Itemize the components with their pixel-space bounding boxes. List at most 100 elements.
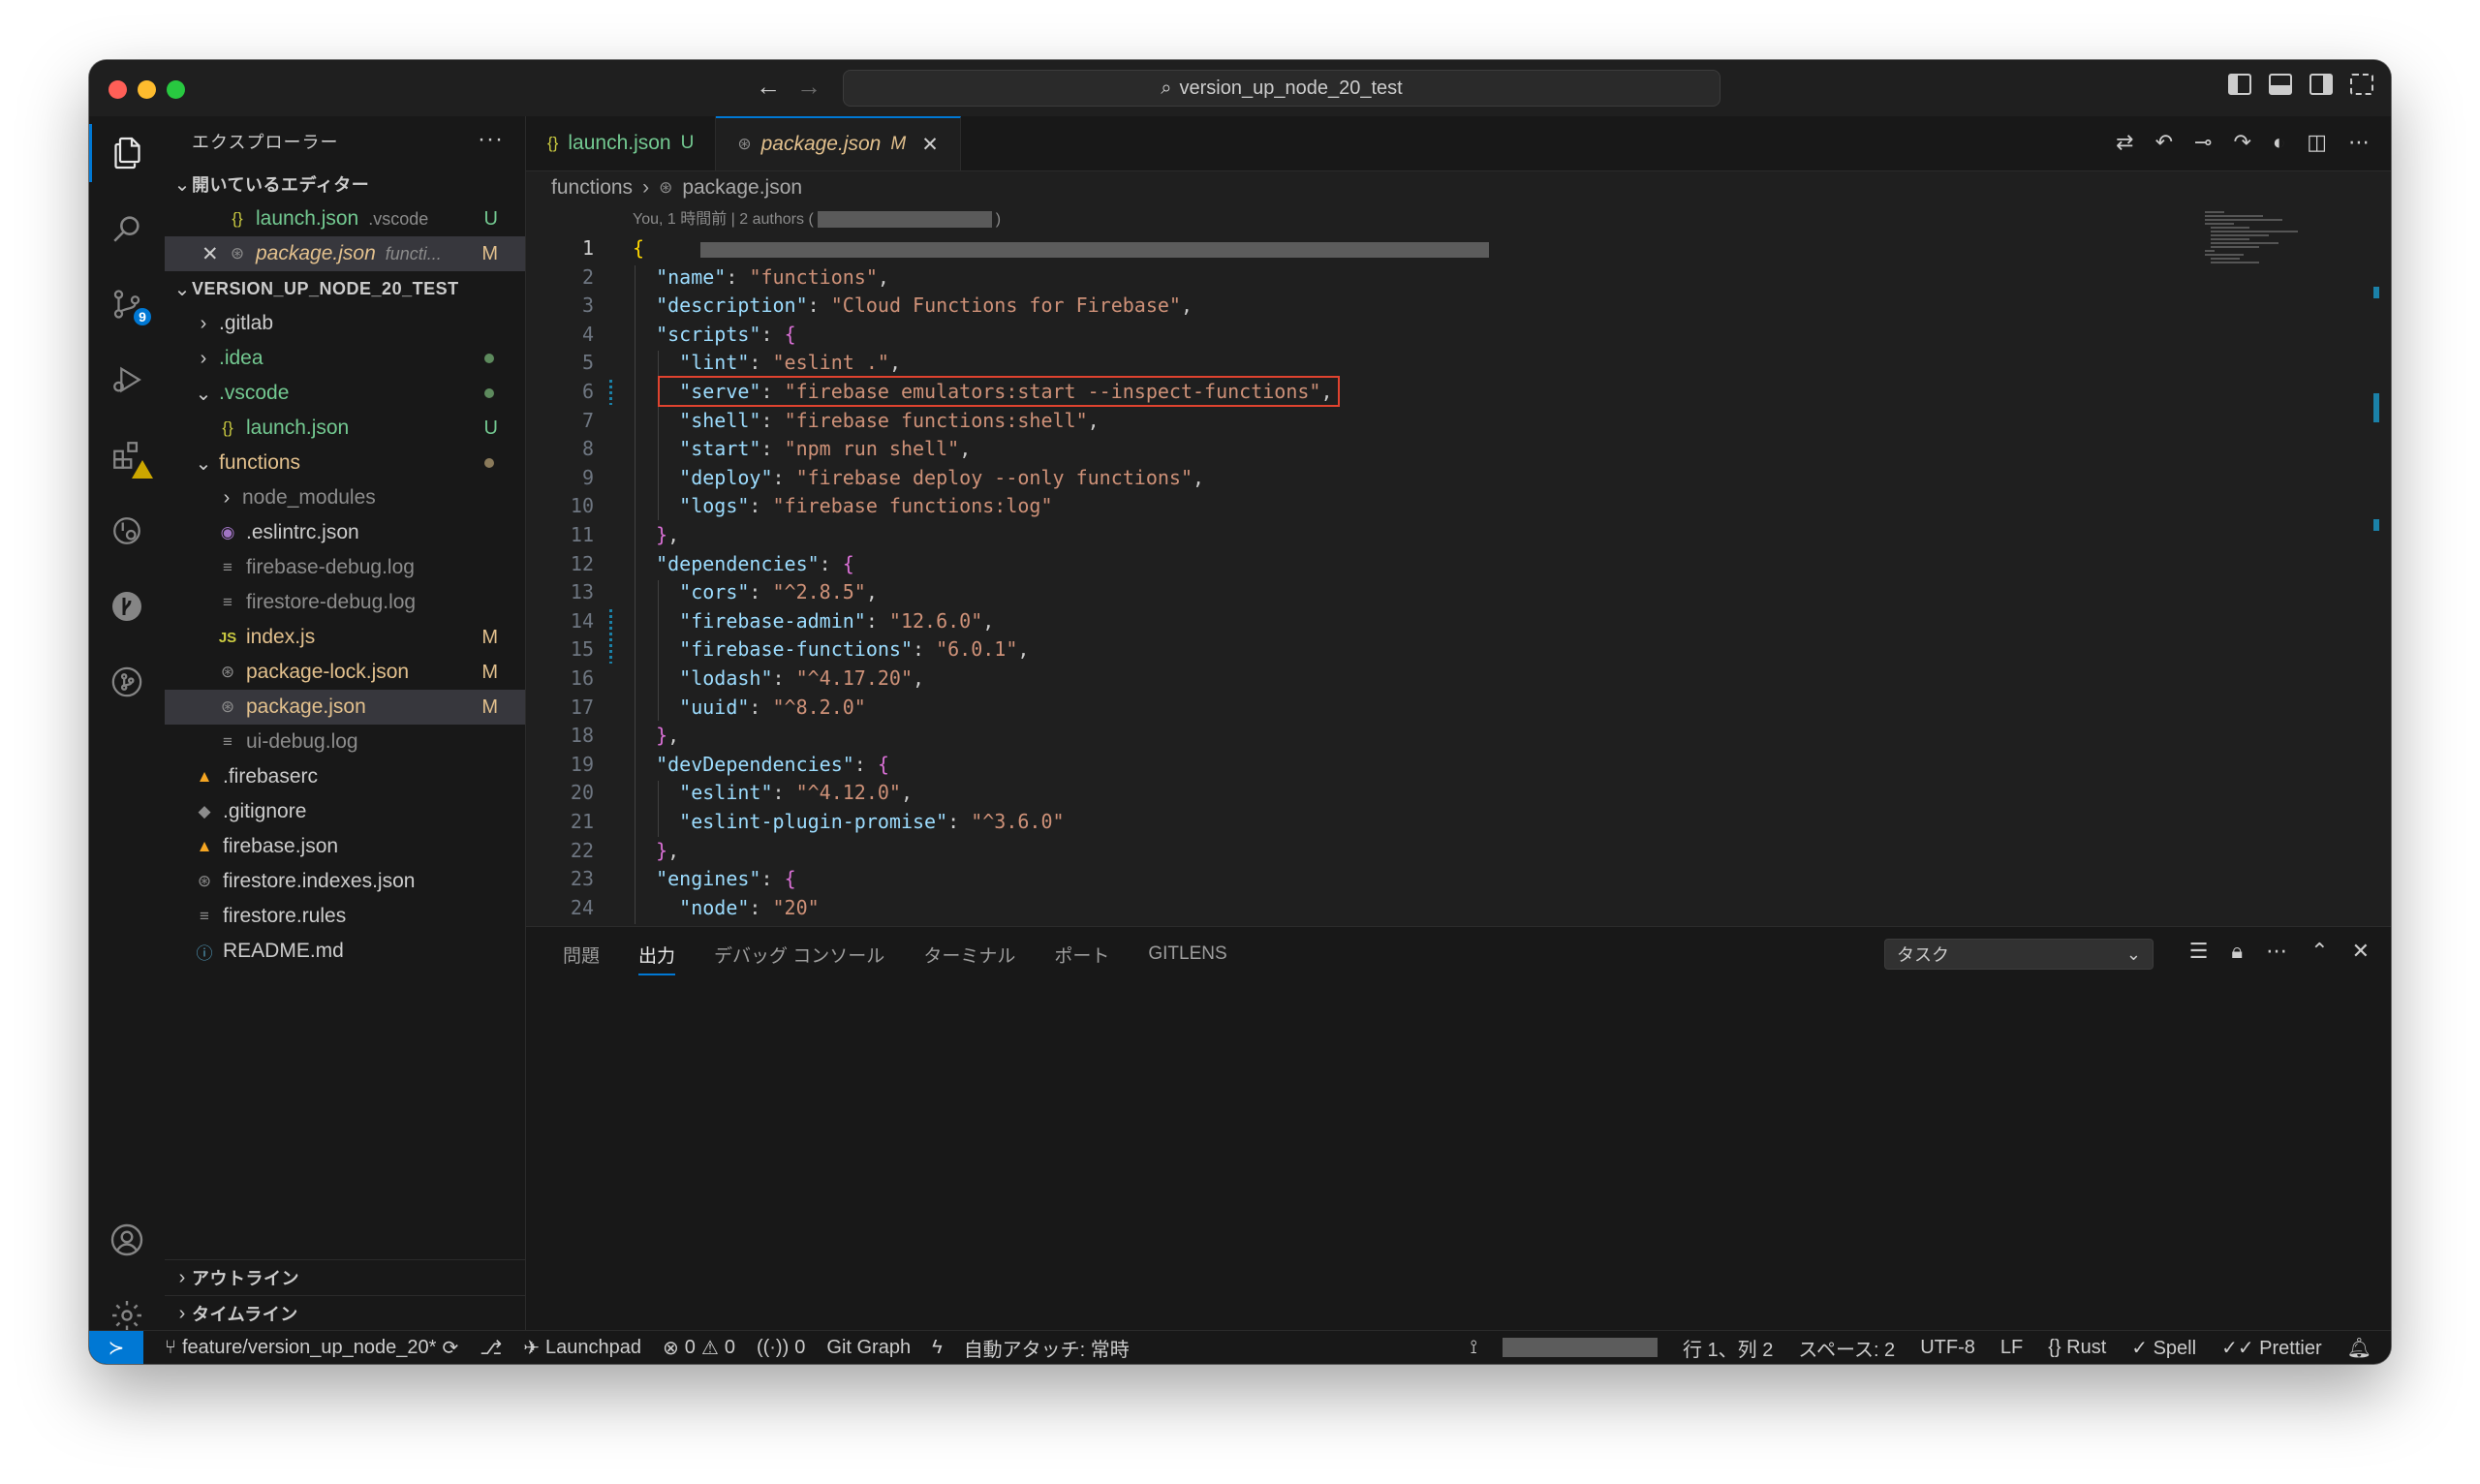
minimap[interactable] (2205, 209, 2302, 306)
tab-terminal[interactable]: ターミナル (923, 942, 1015, 968)
gitlens-status-icon[interactable]: ⎇ (480, 1336, 502, 1360)
tree-item-folder[interactable]: ⌄ functions (165, 446, 525, 480)
zoom-window-button[interactable] (167, 80, 185, 99)
json-key: "eslint" (679, 781, 773, 805)
rocket-icon: ✈ (523, 1337, 541, 1359)
close-icon[interactable]: ✕ (202, 242, 227, 266)
code-editor[interactable]: 1 2 3 4 5 6 7 8 9 10 11 12 13 14 15 16 1… (526, 236, 2299, 926)
previous-revision-icon[interactable]: ↶ (2155, 130, 2173, 155)
tree-item-folder[interactable]: › .idea (165, 341, 525, 376)
tree-item-file[interactable]: ⓘ README.md (165, 934, 525, 969)
language-mode[interactable]: {} Rust (2048, 1337, 2106, 1359)
back-arrow-icon[interactable]: ← (756, 72, 781, 102)
next-revision-icon[interactable]: ↷ (2233, 130, 2250, 155)
git-graph-icon[interactable] (89, 653, 165, 711)
close-panel-icon[interactable]: ✕ (2352, 939, 2370, 964)
scrollbar-markers[interactable] (2370, 209, 2379, 926)
source-control-icon[interactable]: 9 (89, 275, 165, 333)
more-actions-icon[interactable]: ⋯ (2266, 939, 2287, 964)
remote-indicator-icon[interactable]: ≻ (89, 1331, 143, 1364)
commit-icon[interactable]: ⊸ (2194, 130, 2212, 155)
account-icon[interactable] (89, 1211, 165, 1269)
branch-indicator[interactable]: ⑂ feature/version_up_node_20* ⟳ (165, 1336, 458, 1360)
project-root-section[interactable]: ⌄ VERSION_UP_NODE_20_TEST (165, 271, 525, 306)
open-editor-item-active[interactable]: ✕ ⊛ package.json functi... M (165, 236, 525, 271)
codelens-blame[interactable]: You, 1 時間前 | 2 authors () (633, 205, 1001, 229)
output-channel-select[interactable]: タスク ⌄ (1884, 939, 2154, 970)
open-editors-section[interactable]: ⌄ 開いているエディター (165, 167, 525, 201)
git-graph-button[interactable]: Git Graph (826, 1337, 911, 1359)
tab-launch-json[interactable]: {} launch.json U (526, 116, 717, 170)
sync-icon[interactable]: ⟳ (442, 1336, 458, 1360)
tree-item-file[interactable]: ◆ .gitignore (165, 794, 525, 829)
gitlens-icon[interactable] (89, 577, 165, 635)
tree-item-file[interactable]: ≡ ui-debug.log (165, 725, 525, 759)
toggle-secondary-sidebar-icon[interactable] (2310, 74, 2333, 95)
breadcrumb-file[interactable]: package.json (682, 176, 802, 200)
breadcrumb-folder[interactable]: functions (551, 176, 633, 200)
timeline-section[interactable]: › タイムライン (165, 1295, 525, 1331)
spell-status[interactable]: ✓ Spell (2131, 1336, 2196, 1360)
tree-item-file[interactable]: ≡ firebase-debug.log (165, 550, 525, 585)
remote-explorer-icon[interactable] (89, 502, 165, 560)
tab-output[interactable]: 出力 (638, 942, 676, 975)
more-actions-icon[interactable]: ⋯ (2348, 130, 2370, 155)
encoding[interactable]: UTF-8 (1920, 1337, 1975, 1359)
tab-problems[interactable]: 問題 (563, 942, 600, 968)
tree-item-folder[interactable]: ⌄ .vscode (165, 376, 525, 411)
auto-attach-status[interactable]: 自動アタッチ: 常時 (964, 1334, 1130, 1362)
tree-item-file[interactable]: ⊛ firestore.indexes.json (165, 864, 525, 899)
tree-item-folder[interactable]: › node_modules (165, 480, 525, 515)
panel-actions: ☰ 🔒︎ ⋯ ⌃ ✕ (2189, 939, 2370, 964)
tab-gitlens[interactable]: GITLENS (1148, 943, 1226, 965)
search-icon[interactable] (89, 200, 165, 258)
maximize-panel-icon[interactable]: ⌃ (2310, 939, 2328, 964)
gutter-change-mark[interactable] (609, 608, 612, 664)
open-editor-name: launch.json (256, 207, 359, 230)
gitlens-inspect-icon[interactable]: ◐ (2273, 130, 2285, 155)
redacted-blame[interactable] (1502, 1338, 1658, 1357)
launchpad-item[interactable]: ✈ Launchpad (523, 1336, 641, 1360)
clear-output-icon[interactable]: ☰ (2189, 939, 2209, 964)
outline-section[interactable]: › アウトライン (165, 1259, 525, 1295)
problems-indicator[interactable]: ⊗ 0 ⚠ 0 (663, 1336, 735, 1360)
ports-indicator[interactable]: ((·)) 0 (757, 1337, 805, 1359)
lightning-icon[interactable]: ϟ (932, 1337, 943, 1359)
indentation[interactable]: スペース: 2 (1798, 1334, 1895, 1362)
split-editor-icon[interactable]: ◫ (2307, 130, 2327, 155)
bell-icon[interactable]: 🔔︎ (2347, 1336, 2372, 1360)
open-changes-icon[interactable]: ⇄ (2116, 130, 2133, 155)
command-center-search[interactable]: ⌕ version_up_node_20_test (843, 70, 1720, 107)
gutter-change-mark[interactable] (609, 380, 612, 405)
tree-item-file[interactable]: ⊛ package-lock.json M (165, 655, 525, 690)
tree-item-file[interactable]: ◉ .eslintrc.json (165, 515, 525, 550)
run-and-debug-icon[interactable] (89, 351, 165, 409)
tree-item-file[interactable]: ≡ firestore-debug.log (165, 585, 525, 620)
tree-item-file[interactable]: ▲ .firebaserc (165, 759, 525, 794)
tree-item-file[interactable]: ≡ firestore.rules (165, 899, 525, 934)
extensions-icon[interactable] (89, 426, 165, 484)
tree-item-file[interactable]: {} launch.json U (165, 411, 525, 446)
tab-ports[interactable]: ポート (1054, 942, 1109, 968)
close-window-button[interactable] (108, 80, 127, 99)
close-tab-icon[interactable]: ✕ (921, 133, 939, 157)
tab-debug-console[interactable]: デバッグ コンソール (714, 942, 884, 968)
open-editor-item[interactable]: {} launch.json .vscode U (165, 201, 525, 236)
end-of-line[interactable]: LF (2000, 1337, 2023, 1359)
tree-item-file[interactable]: JS index.js M (165, 620, 525, 655)
more-actions-icon[interactable]: ··· (478, 126, 504, 153)
cursor-position[interactable]: 行 1、列 2 (1683, 1334, 1773, 1362)
explorer-icon[interactable] (89, 124, 165, 182)
minimize-window-button[interactable] (138, 80, 156, 99)
git-status-dot (484, 458, 494, 468)
tab-package-json[interactable]: ⊛ package.json M ✕ (716, 116, 961, 170)
tree-item-file-selected[interactable]: ⊛ package.json M (165, 690, 525, 725)
lock-icon[interactable]: 🔒︎ (2231, 939, 2243, 964)
tree-item-file[interactable]: ▲ firebase.json (165, 829, 525, 864)
prettier-status[interactable]: ✓✓ Prettier (2221, 1336, 2322, 1360)
forward-arrow-icon[interactable]: → (796, 72, 822, 102)
toggle-panel-icon[interactable] (2269, 74, 2292, 95)
toggle-primary-sidebar-icon[interactable] (2228, 74, 2251, 95)
tree-item-folder[interactable]: › .gitlab (165, 306, 525, 341)
customize-layout-icon[interactable] (2350, 74, 2373, 95)
